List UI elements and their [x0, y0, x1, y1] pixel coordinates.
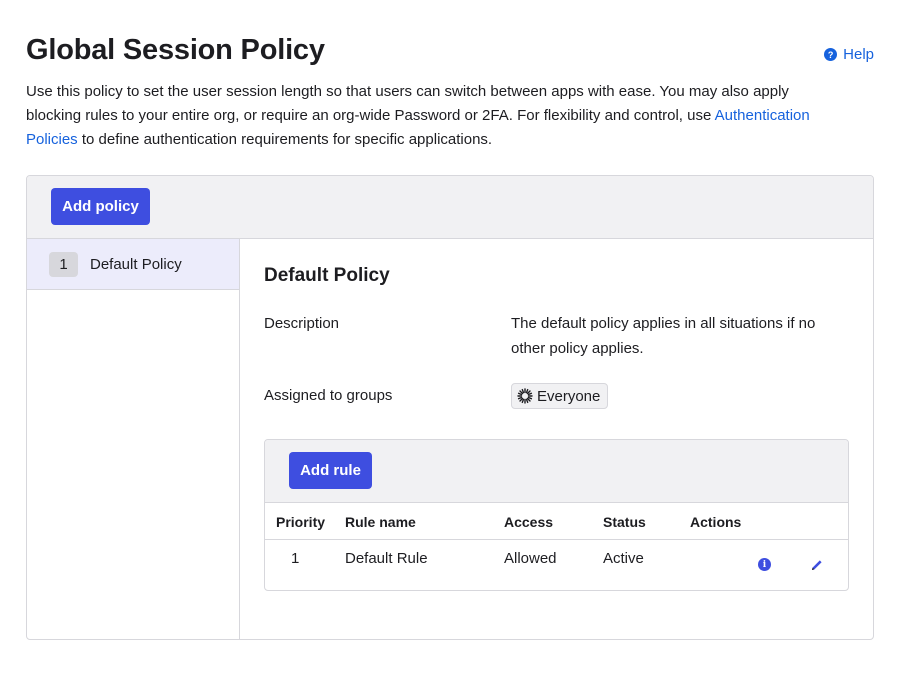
policy-panel: Add policy 1 Default Policy Default Poli…	[26, 175, 874, 640]
policy-list-item-default[interactable]: 1 Default Policy	[27, 239, 239, 290]
policy-list: 1 Default Policy	[27, 239, 240, 639]
rules-table: Priority Rule name Access Status Actions…	[265, 503, 848, 591]
help-circle-icon: ?	[824, 48, 838, 61]
column-header-access[interactable]: Access	[504, 514, 553, 530]
intro-body: Use this policy to set the user session …	[26, 83, 789, 124]
rule-name: Default Rule	[345, 550, 428, 567]
policy-title: Default Policy	[264, 265, 390, 286]
rules-toolbar: Add rule	[265, 440, 848, 503]
rules-panel: Add rule Priority Rule name Access Statu…	[264, 439, 849, 591]
policy-list-item-label: Default Policy	[90, 255, 182, 273]
add-policy-button[interactable]: Add policy	[51, 188, 150, 225]
help-label: Help	[843, 46, 874, 63]
rule-priority: 1	[291, 550, 300, 567]
policy-detail: Default Policy Description The default p…	[241, 239, 873, 639]
priority-badge: 1	[49, 251, 78, 277]
intro-suffix: to define authentication requirements fo…	[77, 131, 493, 148]
groups-label: Assigned to groups	[264, 387, 393, 404]
column-header-rule-name[interactable]: Rule name	[345, 514, 416, 530]
table-header-divider	[265, 539, 848, 540]
rule-status: Active	[603, 550, 644, 567]
pencil-icon[interactable]	[810, 558, 824, 572]
help-link[interactable]: ? Help	[824, 46, 874, 63]
rule-access: Allowed	[504, 550, 557, 567]
column-header-status[interactable]: Status	[603, 514, 646, 530]
intro-text: Use this policy to set the user session …	[26, 80, 826, 152]
page-title: Global Session Policy	[26, 34, 325, 66]
description-label: Description	[264, 315, 340, 332]
group-chip-everyone: Everyone	[511, 383, 609, 409]
column-header-actions: Actions	[690, 514, 742, 530]
info-icon[interactable]: i	[758, 558, 771, 571]
policy-toolbar: Add policy	[27, 176, 873, 239]
add-rule-button[interactable]: Add rule	[289, 452, 372, 489]
column-header-priority[interactable]: Priority	[276, 514, 325, 530]
description-value: The default policy applies in all situat…	[511, 315, 816, 357]
table-row-divider	[265, 590, 848, 591]
okta-burst-icon	[517, 388, 533, 404]
group-chip-label: Everyone	[537, 387, 601, 405]
